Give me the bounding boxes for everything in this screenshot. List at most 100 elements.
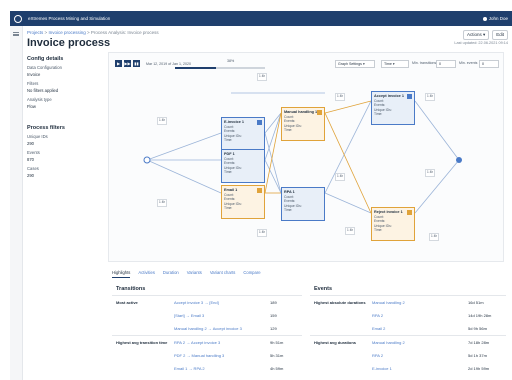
actions-dropdown[interactable]: Actions ▾	[462, 30, 490, 40]
app-title: eXtremes Process Mining and Simulation	[28, 16, 111, 21]
process-map-edges	[143, 92, 462, 214]
transition-link[interactable]: RPA 2 → Accept invoice 3	[174, 340, 220, 345]
edge	[324, 100, 372, 194]
tab-duration[interactable]: Duration	[163, 270, 179, 278]
node-line: Time:	[284, 128, 293, 133]
time-select[interactable]: Time ▾	[381, 60, 409, 68]
edge-tag: 1 4h	[335, 173, 346, 181]
cases-value: 290	[27, 172, 34, 178]
top-bar: eXtremes Process Mining and Simulation J…	[10, 11, 512, 26]
event-link[interactable]: Email 2	[372, 326, 385, 331]
tab-variants[interactable]: Variants	[187, 270, 202, 278]
edge	[324, 112, 372, 214]
edge-tag: 1 4h	[425, 93, 436, 101]
node-accept-invoice-1[interactable]: Accept invoice 1 Count: Events: Unique I…	[371, 91, 415, 125]
transition-count: 159	[270, 313, 277, 318]
breadcrumb-projects[interactable]: Projects	[27, 30, 43, 35]
hamburger-menu-icon[interactable]	[13, 32, 19, 36]
page-title: Invoice process	[27, 37, 111, 49]
transitions-title: Transitions	[116, 286, 146, 292]
event-link[interactable]: RPA 2	[372, 353, 383, 358]
min-transitions-input[interactable]: 0	[436, 60, 456, 68]
data-config-value: Invoice	[27, 71, 41, 77]
event-link[interactable]: Manual handling 2	[372, 340, 405, 345]
replay-slider[interactable]	[175, 67, 265, 69]
events-value: 870	[27, 156, 34, 162]
highest-absolute-durations-label: Highest absolute durations	[314, 300, 366, 305]
process-map[interactable]: ▶ ▶▶ ▮▮ Mar 12, 2019 of Jan 1, 2020 38% …	[108, 52, 504, 262]
tab-variant-charts[interactable]: Variant charts	[210, 270, 236, 278]
breadcrumb-current: Process Analysis: Invoice process	[90, 30, 159, 35]
node-reject-invoice-1[interactable]: Reject invoice 1 Count: Events: Unique I…	[371, 207, 415, 241]
event-link[interactable]: RPA 2	[372, 313, 383, 318]
edge	[146, 159, 222, 194]
transition-link[interactable]: Email 1 → RPA 2	[174, 366, 205, 371]
event-time: 2d 19h 59m	[468, 366, 490, 371]
edge-tag: 1 4h	[335, 93, 346, 101]
node-title: PDF 1	[224, 152, 235, 156]
divider	[310, 295, 506, 296]
node-badge-icon	[257, 120, 262, 125]
edge-tag: 1 4h	[425, 169, 436, 177]
divider	[112, 295, 302, 296]
node-manual-handling-1[interactable]: Manual handling 1 Count: Events: Unique …	[281, 107, 325, 141]
node-badge-icon	[257, 188, 262, 193]
node-line: Time:	[284, 208, 293, 213]
fast-forward-button[interactable]: ▶▶	[124, 60, 131, 67]
event-time: 7d 18h 28m	[468, 340, 490, 345]
breadcrumb-invoice-processing[interactable]: Invoice processing	[48, 30, 85, 35]
event-link[interactable]: Manual handling 2	[372, 300, 405, 305]
transition-link[interactable]: [Start] → Email 3	[174, 313, 204, 318]
left-rail	[10, 26, 23, 380]
edge-tag: 1 4h	[345, 227, 356, 235]
tab-compare[interactable]: Compare	[243, 270, 260, 278]
edge-tag: 1 4h	[257, 229, 268, 237]
replay-percent: 38%	[227, 59, 235, 63]
edge-tag: 1 4h	[257, 73, 268, 81]
date-range-text: Mar 12, 2019 of Jan 1, 2020	[146, 61, 191, 66]
edit-button[interactable]: Edit	[492, 30, 508, 40]
edge-tag: 1 4h	[429, 233, 440, 241]
node-line: Time:	[224, 206, 233, 211]
edge	[264, 132, 282, 194]
play-button[interactable]: ▶	[115, 60, 122, 67]
node-e-invoice-1[interactable]: E-invoice 1 Count: Events: Unique IDs: T…	[221, 117, 265, 151]
transition-link[interactable]: PDF 2 → Manual handling 3	[174, 353, 224, 358]
analysis-type-value: Flow	[27, 103, 36, 109]
node-line: Time:	[374, 112, 383, 117]
tab-activities[interactable]: Activities	[138, 270, 155, 278]
edge	[146, 132, 222, 161]
analysis-tabs: Highlights Activities Duration Variants …	[112, 270, 261, 278]
step-button[interactable]: ▮▮	[133, 60, 140, 67]
node-line: Time:	[224, 138, 233, 143]
transition-link[interactable]: Manual handling 2 → Accept invoice 3	[174, 326, 242, 331]
playback-controls: ▶ ▶▶ ▮▮ Mar 12, 2019 of Jan 1, 2020	[115, 60, 191, 67]
end-node	[456, 157, 462, 163]
unique-ids-value: 290	[27, 140, 34, 146]
node-line: Time:	[224, 170, 233, 175]
node-pdf-1[interactable]: PDF 1 Count: Events: Unique IDs: Time:	[221, 149, 265, 183]
transition-count: 189	[270, 300, 277, 305]
sidebar: Config details Data Configuration Invoic…	[27, 52, 103, 182]
transition-time: 9h 51m	[270, 340, 284, 345]
edge	[414, 100, 460, 161]
edge-tag: 1 4h	[157, 117, 168, 125]
min-transitions-label: Min. transitions	[412, 61, 437, 65]
edge	[264, 159, 282, 194]
node-rpa-1[interactable]: RPA 1 Count: Events: Unique IDs: Time:	[281, 187, 325, 221]
process-filters-title: Process filters	[27, 125, 65, 131]
tab-highlights[interactable]: Highlights	[112, 270, 131, 278]
edge-tag: 1 4h	[157, 199, 168, 207]
user-menu[interactable]: John Doe	[482, 16, 508, 21]
node-badge-icon	[407, 94, 412, 99]
event-time: 14d 19h 28m	[468, 313, 492, 318]
node-email-1[interactable]: Email 1 Count: Events: Unique IDs: Time:	[221, 185, 265, 219]
event-link[interactable]: E-invoice 1	[372, 366, 392, 371]
filters-value: No filters applied	[27, 87, 59, 93]
transition-link[interactable]: Accept invoice 3 → [End]	[174, 300, 219, 305]
min-events-label: Min. events	[459, 61, 478, 65]
min-events-input[interactable]: 0	[479, 60, 499, 68]
events-title: Events	[314, 286, 333, 292]
graph-settings-select[interactable]: Graph Settings ▾	[335, 60, 375, 68]
breadcrumb-separator: >	[44, 30, 48, 35]
